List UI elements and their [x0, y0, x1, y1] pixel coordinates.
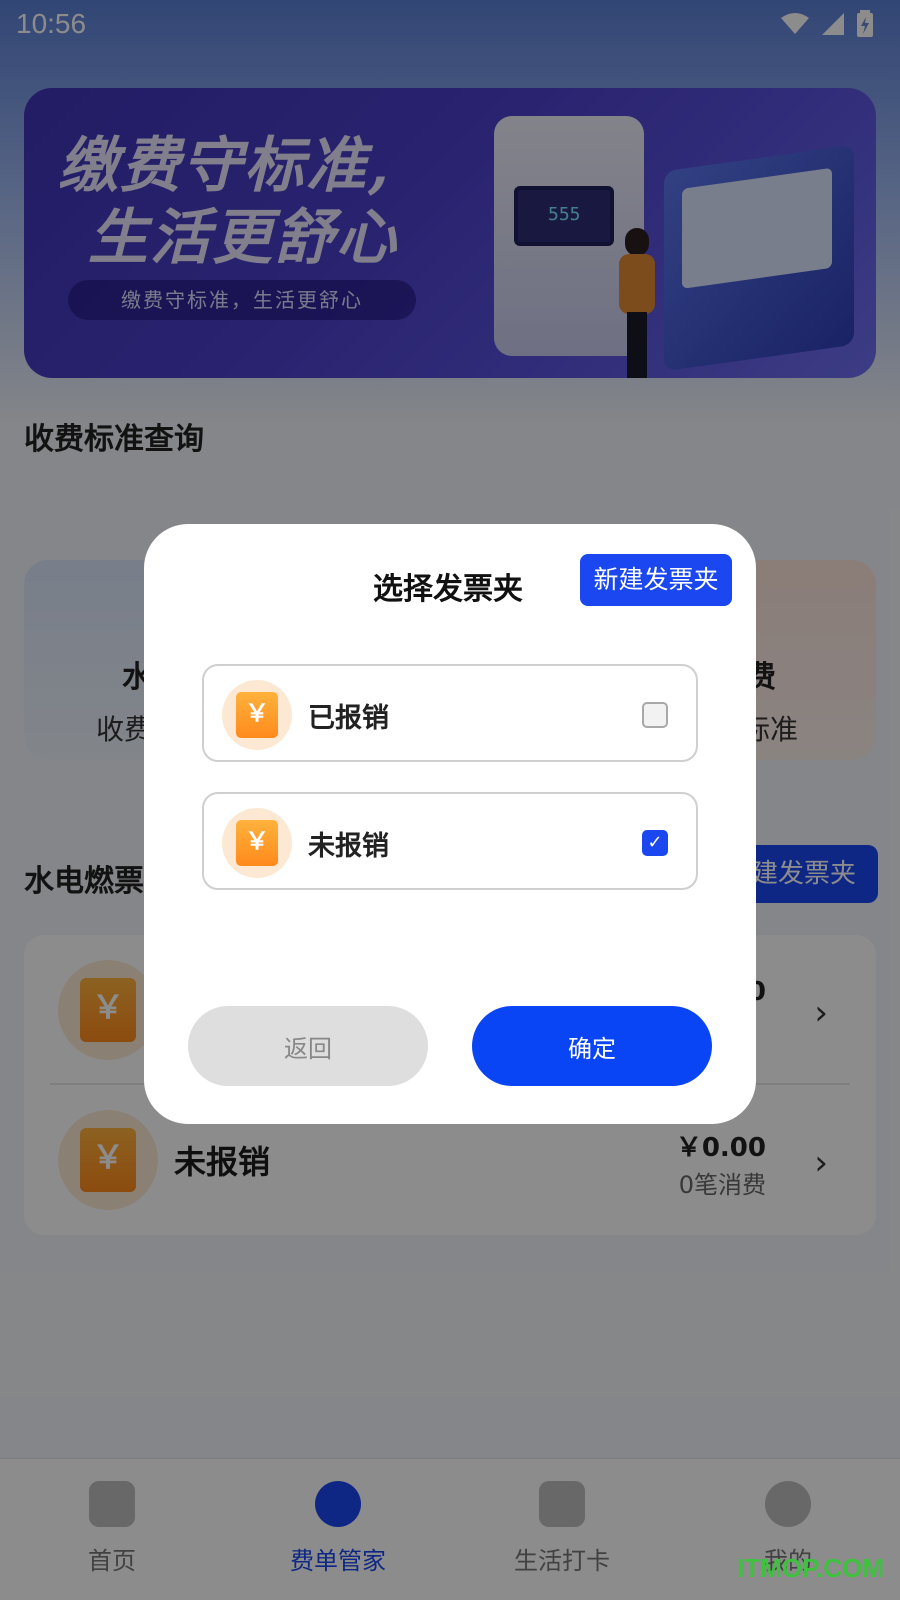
back-button[interactable]: 返回	[188, 1006, 428, 1086]
checkbox-unchecked[interactable]	[642, 702, 668, 728]
checkbox-checked[interactable]: ✓	[642, 830, 668, 856]
yen-tag: ￥	[236, 692, 278, 738]
invoice-icon: ￥	[222, 680, 292, 750]
select-invoice-folder-dialog: 选择发票夹 新建发票夹 ￥ 已报销 ￥ 未报销 ✓ 返回 确定	[144, 524, 756, 1124]
invoice-icon: ￥	[222, 808, 292, 878]
yen-tag: ￥	[236, 820, 278, 866]
folder-option-unreimbursed[interactable]: ￥ 未报销 ✓	[202, 792, 698, 890]
folder-option-reimbursed[interactable]: ￥ 已报销	[202, 664, 698, 762]
new-invoice-folder-button[interactable]: 新建发票夹	[580, 554, 732, 606]
option-label: 未报销	[308, 831, 389, 862]
confirm-button[interactable]: 确定	[472, 1006, 712, 1086]
watermark: ITMOP.COM	[737, 1553, 884, 1583]
option-label: 已报销	[308, 703, 389, 734]
